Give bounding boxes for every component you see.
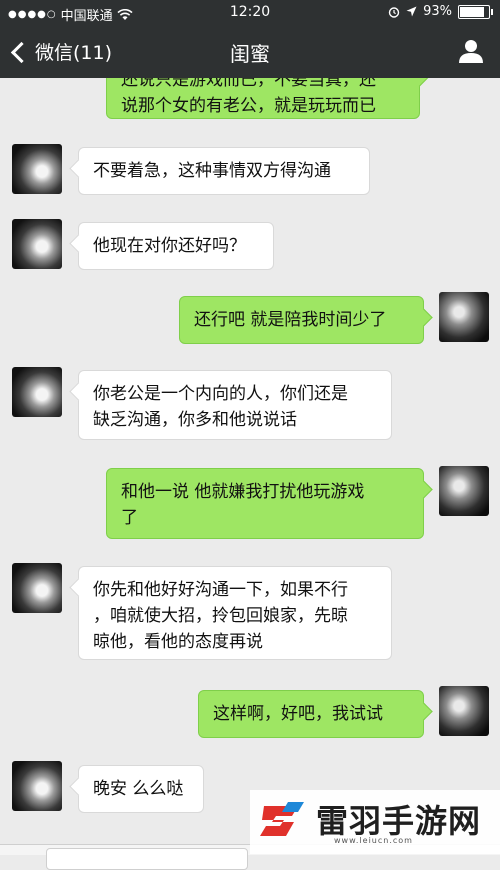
contact-avatar[interactable]	[12, 144, 62, 194]
message-bubble-sent[interactable]: 这样啊，好吧，我试试	[198, 690, 424, 738]
message-line: 你老公是一个内向的人，你们还是	[93, 384, 348, 404]
message-bubble-sent[interactable]: 和他一说 他就嫌我打扰他玩游戏 了	[106, 468, 424, 539]
location-arrow-icon	[406, 6, 417, 17]
contact-info-icon[interactable]	[458, 38, 484, 64]
message-input[interactable]	[46, 848, 248, 870]
message-bubble-received[interactable]: 晚安 么么哒	[78, 765, 204, 813]
site-logo-icon	[260, 802, 304, 836]
site-watermark: 雷羽手游网 www.leiucn.com	[250, 790, 500, 854]
message-bubble-received[interactable]: 你老公是一个内向的人，你们还是 缺乏沟通，你多和他说说话	[78, 370, 392, 440]
message-bubble-received[interactable]: 他现在对你还好吗？	[78, 222, 274, 270]
message-line: 缺乏沟通，你多和他说说话	[93, 410, 297, 430]
battery-fill	[460, 6, 484, 17]
message-line: 晚安 么么哒	[93, 779, 184, 799]
contact-avatar[interactable]	[12, 367, 62, 417]
message-line: 这样啊，好吧，我试试	[213, 704, 383, 724]
message-bubble-sent[interactable]: 还行吧 就是陪我时间少了	[179, 296, 424, 344]
contact-avatar[interactable]	[12, 761, 62, 811]
message-bubble-received[interactable]: 不要着急，这种事情双方得沟通	[78, 147, 370, 195]
status-bar: ●●●●○ 中国联通 12:20 93%	[0, 0, 500, 26]
message-line: 了	[121, 508, 138, 528]
message-line: 他现在对你还好吗？	[93, 236, 246, 256]
message-line: 还说只是游戏而已，不要当真，还	[121, 78, 376, 90]
alarm-clock-icon	[388, 6, 400, 18]
user-avatar[interactable]	[439, 466, 489, 516]
message-line: 不要着急，这种事情双方得沟通	[93, 161, 331, 181]
message-line: 和他一说 他就嫌我打扰他玩游戏	[121, 482, 365, 502]
chat-title: 闺蜜	[230, 42, 270, 66]
message-line: 还行吧 就是陪我时间少了	[194, 310, 387, 330]
message-line: 说那个女的有老公，就是玩玩而已	[121, 96, 376, 116]
message-line: ，咱就使大招，拎包回娘家，先晾	[93, 606, 348, 626]
message-list[interactable]: 还说只是游戏而已，不要当真，还 说那个女的有老公，就是玩玩而已 不要着急，这种事…	[0, 78, 500, 854]
contact-avatar[interactable]	[12, 219, 62, 269]
user-avatar[interactable]	[439, 292, 489, 342]
user-avatar[interactable]	[439, 686, 489, 736]
watermark-url: www.leiucn.com	[334, 836, 413, 845]
message-bubble-sent[interactable]: 还说只是游戏而已，不要当真，还 说那个女的有老公，就是玩玩而已	[106, 78, 420, 119]
message-line: 晾他，看他的态度再说	[93, 632, 263, 652]
chat-header: 微信(11) 闺蜜	[0, 26, 500, 78]
battery-icon	[458, 4, 493, 19]
message-line: 你先和他好好沟通一下，如果不行	[93, 580, 348, 600]
message-bubble-received[interactable]: 你先和他好好沟通一下，如果不行 ，咱就使大招，拎包回娘家，先晾 晾他，看他的态度…	[78, 566, 392, 660]
battery-percent: 93%	[423, 4, 452, 19]
contact-avatar[interactable]	[12, 563, 62, 613]
